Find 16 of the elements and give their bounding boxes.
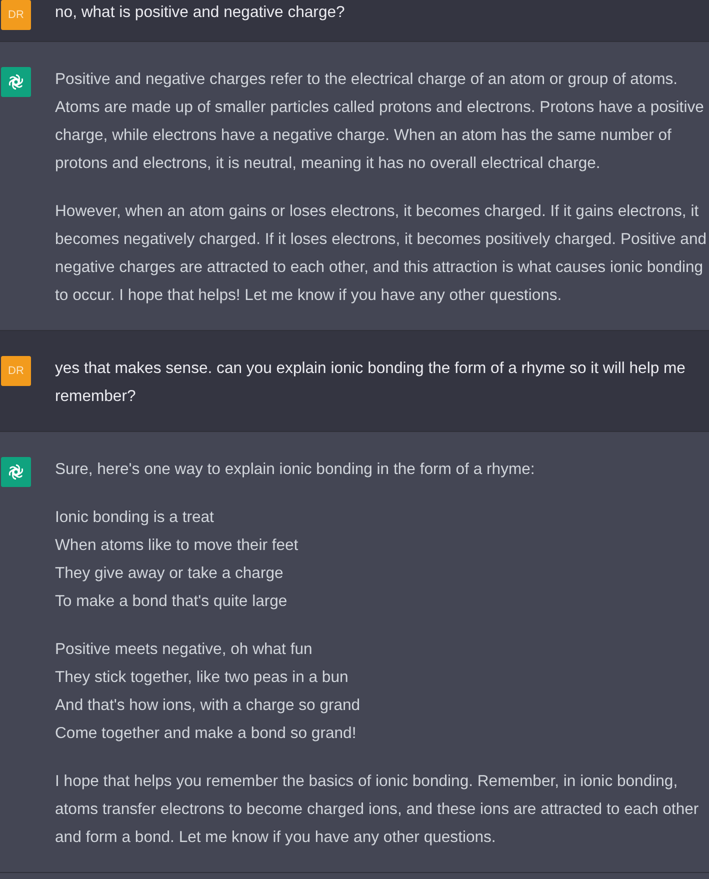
- verse-line: They stick together, like two peas in a bun: [55, 668, 350, 688]
- user-avatar: DR: [1, 0, 31, 30]
- message-text: I hope that helps you remember the basics of ionic bonding. Remember, in ionic bonding, atoms transfer electrons to become charged ions, and these ions are attracted to each other and form a bond. Let me know if you have any other questions.: [55, 772, 700, 848]
- message-text: no, what is positive and negative charge?: [55, 3, 346, 23]
- user-avatar: DR: [1, 356, 31, 386]
- message-text: yes that makes sense. can you explain ionic bonding the form of a rhyme so it will help me remember?: [55, 359, 686, 407]
- verse-line: When atoms like to move their feet: [55, 536, 300, 556]
- message-text: However, when an atom gains or loses electrons, it becomes charged. If it gains electrons, it becomes negatively charged. If it loses electrons, it becomes positively charged. Positive and negative charges are attracted to each other, and this attraction is what causes ionic bonding to occur. I hope that helps! Let me know if you have any other questions.: [55, 202, 707, 306]
- verse-line: Positive meets negative, oh what fun: [55, 640, 314, 660]
- verse-line: To make a bond that's quite large: [55, 592, 288, 612]
- verse-line: They give away or take a charge: [55, 564, 284, 584]
- verse-line: Come together and make a bond so grand!: [55, 724, 358, 744]
- message-text: Sure, here's one way to explain ionic bonding in the form of a rhyme:: [55, 460, 536, 480]
- message-text: Positive and negative charges refer to the electrical charge of an atom or group of atoms. Atoms are made up of smaller particles called protons and electrons. Protons have a positive charge, while electrons have a negative charge. When an atom has the same number of protons and electrons, it is neutral, meaning it has no overall electrical charge.: [55, 70, 705, 174]
- verse-line: Ionic bonding is a treat: [55, 508, 215, 528]
- verse-line: And that's how ions, with a charge so grand: [55, 696, 362, 716]
